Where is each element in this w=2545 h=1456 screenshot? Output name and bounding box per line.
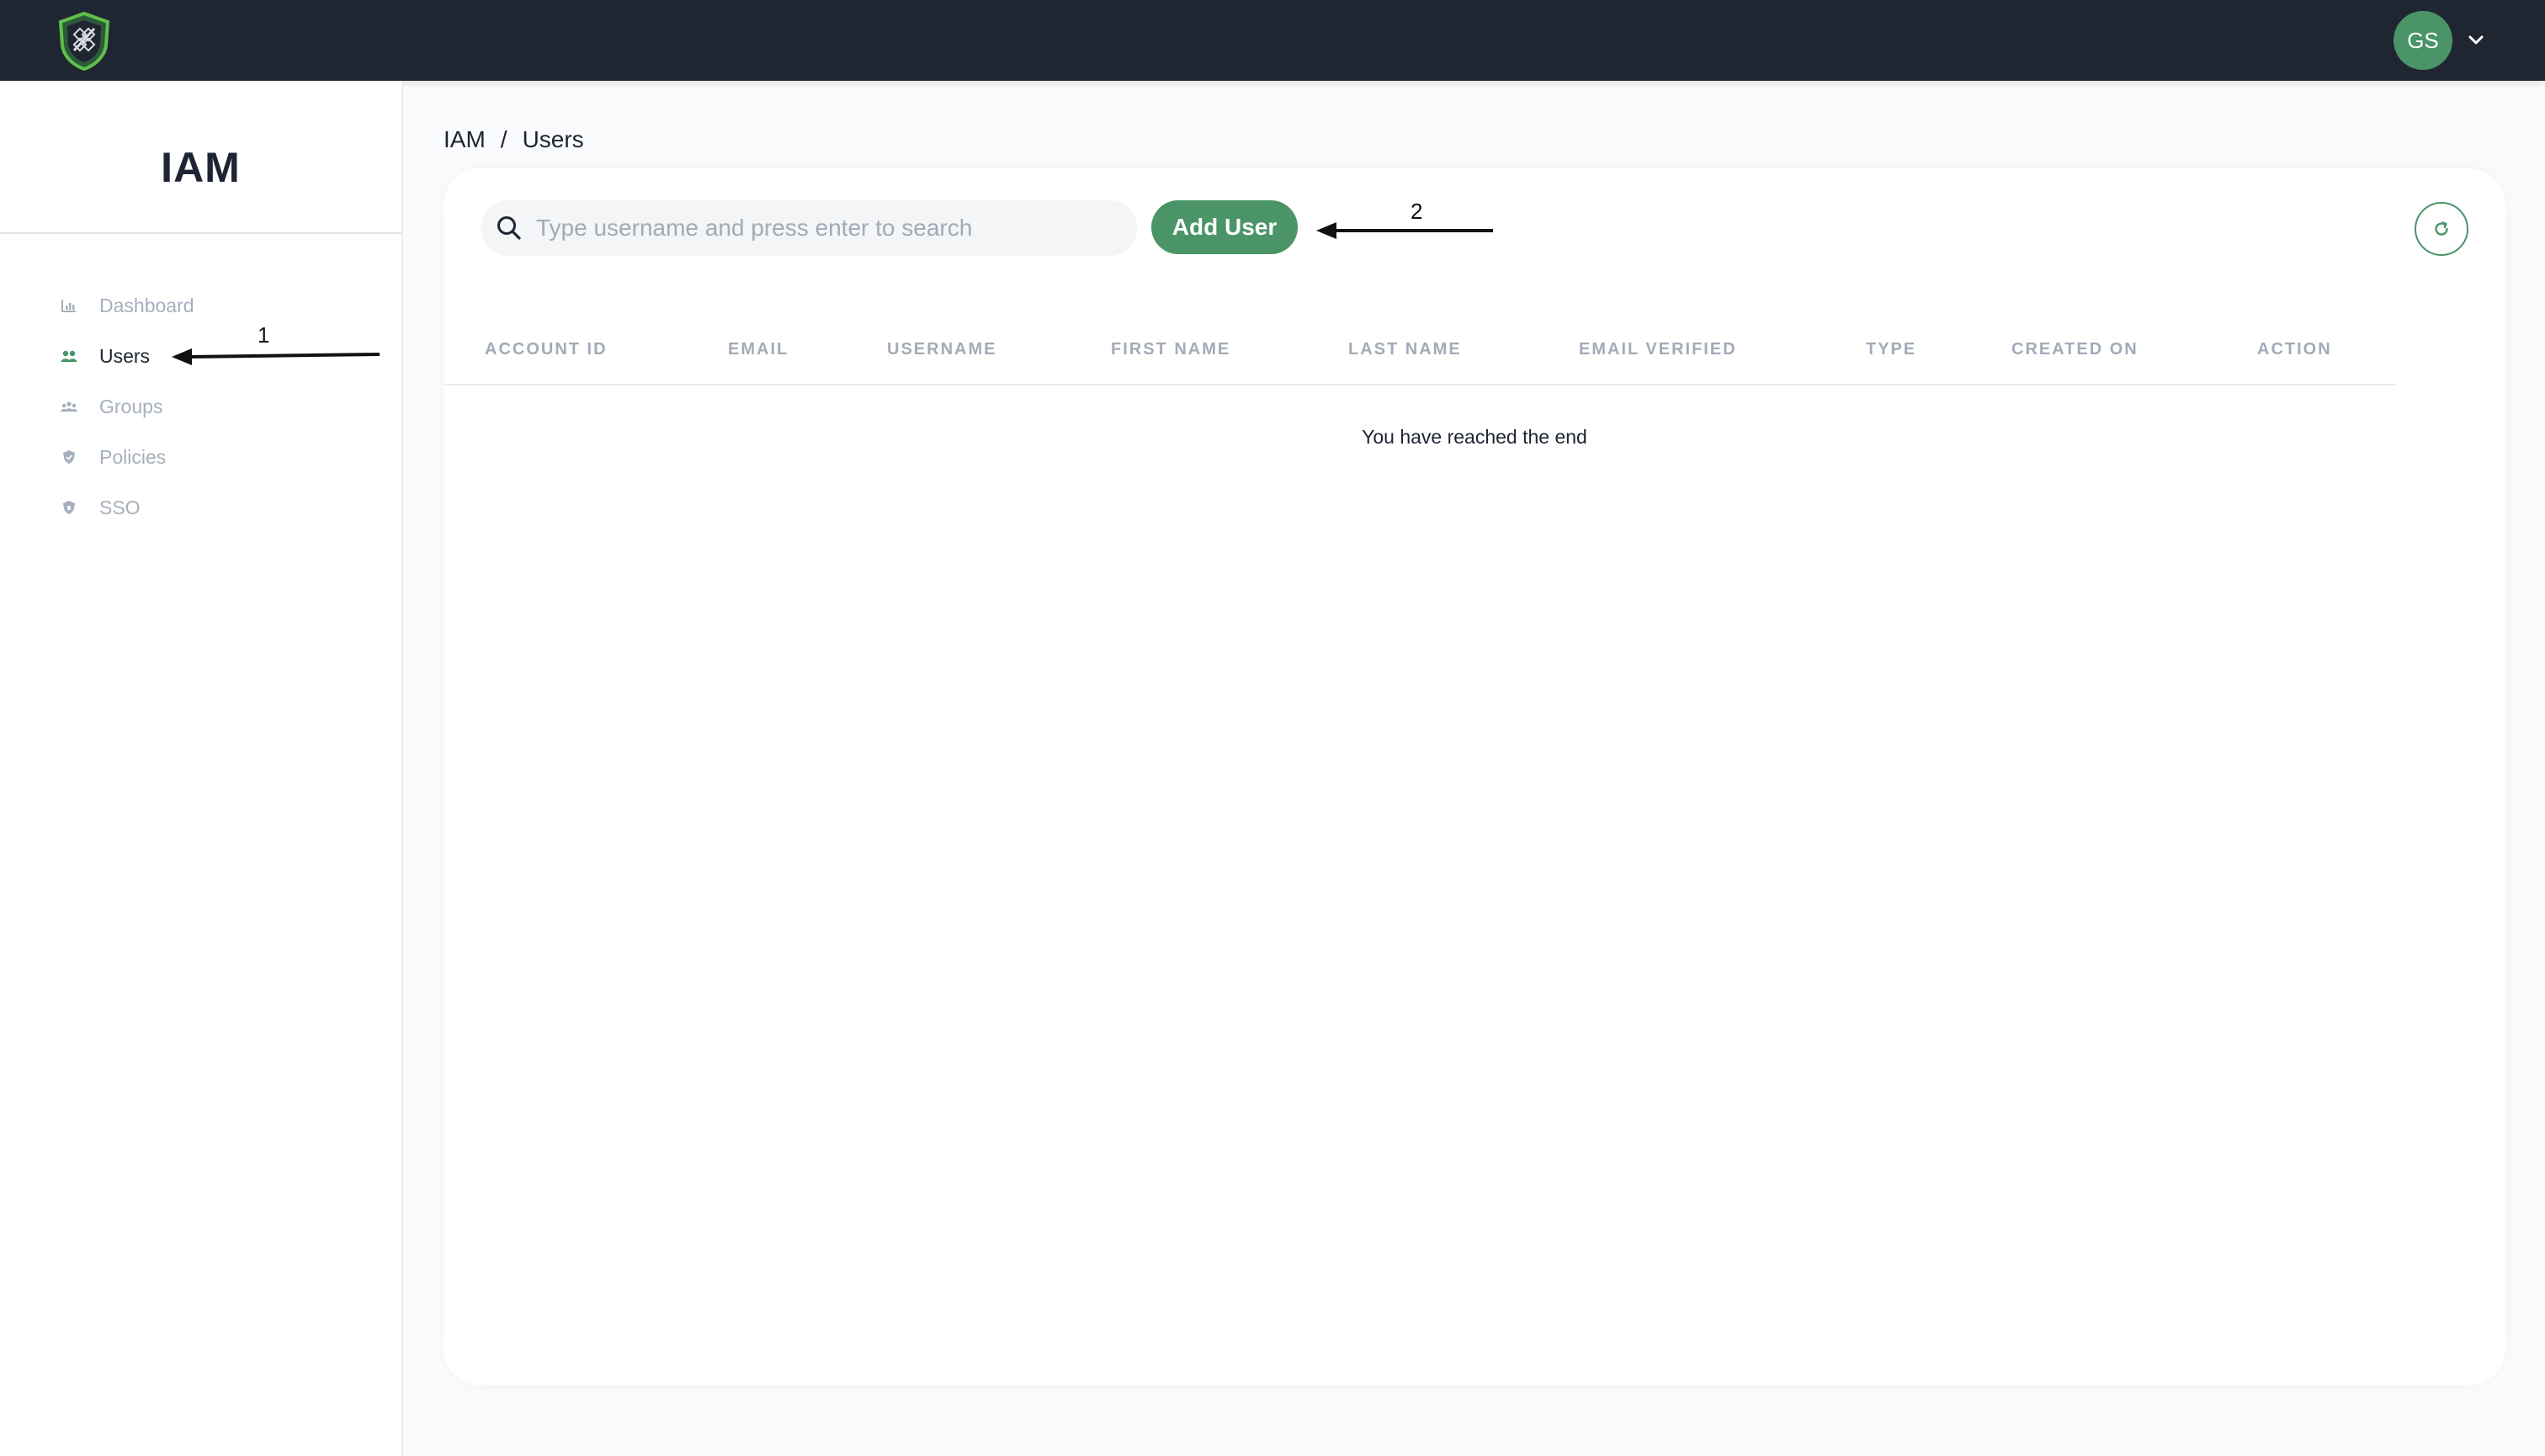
sidebar-item-sso[interactable]: SSO [61,491,141,524]
sidebar-divider [0,232,401,234]
refresh-icon [2435,221,2448,236]
chart-icon [61,297,77,314]
top-bar: GS [0,0,2545,81]
sidebar-item-label: Policies [99,445,167,468]
search-input[interactable] [536,215,1108,242]
annotation-label-1: 1 [258,322,270,348]
breadcrumb-separator: / [500,126,507,152]
table-header: ACCOUNT ID EMAIL USERNAME FIRST NAME LAS… [444,333,2396,385]
sidebar-item-label: Users [99,344,151,367]
add-user-button[interactable]: Add User [1151,200,1298,254]
annotation-arrow-1 [172,348,380,365]
users-icon [61,348,77,364]
breadcrumb-current: Users [522,126,584,152]
search-icon [497,216,521,240]
breadcrumb: IAM / Users [444,126,584,153]
sidebar-item-policies[interactable]: Policies [61,440,166,474]
column-header-last-name[interactable]: LAST NAME [1348,340,1462,359]
sidebar-item-users[interactable]: Users [61,339,150,373]
breadcrumb-root[interactable]: IAM [444,126,486,153]
column-header-action[interactable]: ACTION [2257,340,2332,359]
shield-logo-icon[interactable] [54,10,114,71]
column-header-email[interactable]: EMAIL [728,340,789,359]
sidebar-item-label: Groups [99,395,163,417]
annotation-label-2: 2 [1411,199,1423,224]
groups-icon [61,398,77,415]
sidebar-item-label: SSO [99,496,141,518]
sidebar-item-dashboard[interactable]: Dashboard [61,289,194,322]
column-header-created-on[interactable]: CREATED ON [2011,340,2139,359]
sidebar-title: IAM [161,144,241,191]
column-header-email-verified[interactable]: EMAIL VERIFIED [1579,340,1737,359]
column-header-username[interactable]: USERNAME [887,340,996,359]
annotation-arrow-2 [1316,222,1493,239]
refresh-button[interactable] [2415,202,2468,256]
shield-icon [61,449,77,465]
chevron-down-icon[interactable] [2464,29,2488,52]
end-of-list-message: You have reached the end [1362,426,1587,448]
user-avatar[interactable]: GS [2394,11,2452,70]
users-card: Add User ACCOUNT ID EMAIL USERNAME FIRST… [444,168,2505,1385]
sidebar: IAM Dashboard Users Groups Policies SSO [0,81,403,1456]
search-box[interactable] [481,200,1137,256]
column-header-account-id[interactable]: ACCOUNT ID [485,340,608,359]
column-header-first-name[interactable]: FIRST NAME [1111,340,1230,359]
sidebar-item-label: Dashboard [99,294,194,316]
column-header-type[interactable]: TYPE [1866,340,1916,359]
shield-icon [61,499,77,516]
sidebar-item-groups[interactable]: Groups [61,390,162,423]
